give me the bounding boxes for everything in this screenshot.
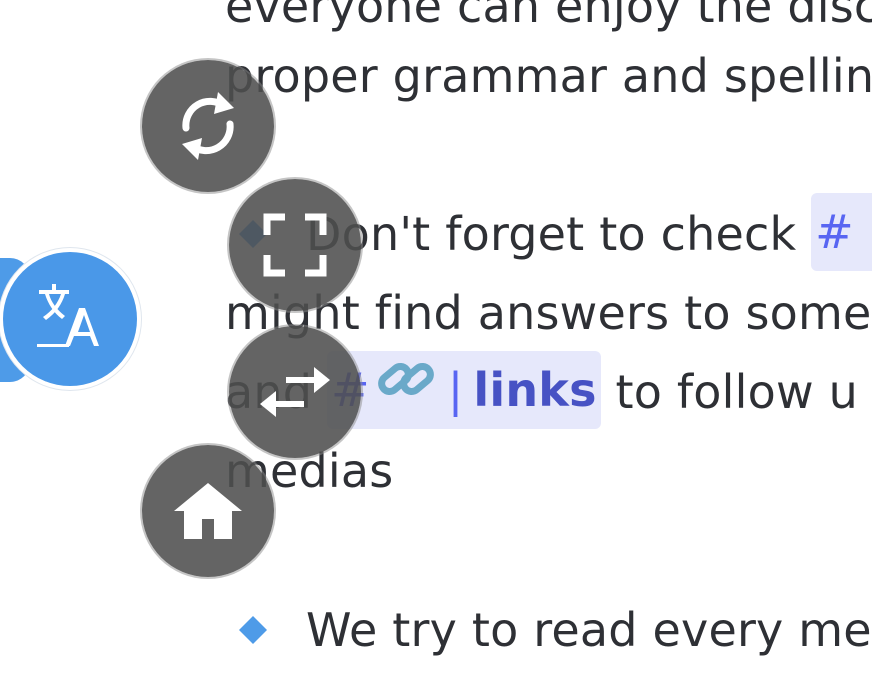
rotate-button[interactable] <box>142 60 274 192</box>
translate-icon <box>35 282 105 356</box>
home-icon <box>174 483 242 539</box>
line-suffix: to follow u <box>600 365 858 419</box>
channel-name: links <box>473 362 597 417</box>
channel-hash: # <box>815 204 854 259</box>
message-line: proper grammar and spellin <box>225 49 872 103</box>
channel-mention-links[interactable]: #|links <box>326 350 601 430</box>
swap-arrows-icon <box>260 367 330 417</box>
bullet-text: Don't forget to check <box>306 207 812 261</box>
swap-button[interactable] <box>229 326 361 458</box>
bullet-item: We try to read every me <box>238 600 872 660</box>
diamond-bullet-icon <box>238 615 268 645</box>
message-line: everyone can enjoy the disc <box>225 0 872 33</box>
channel-mention[interactable]: # <box>811 192 872 271</box>
fullscreen-icon <box>263 213 327 277</box>
channel-separator: | <box>447 362 464 417</box>
link-icon <box>374 351 438 430</box>
fullscreen-button[interactable] <box>229 179 361 311</box>
rotate-icon <box>178 90 238 162</box>
translate-button[interactable] <box>3 252 137 386</box>
bullet-text: We try to read every me <box>306 603 872 657</box>
home-button[interactable] <box>142 445 274 577</box>
